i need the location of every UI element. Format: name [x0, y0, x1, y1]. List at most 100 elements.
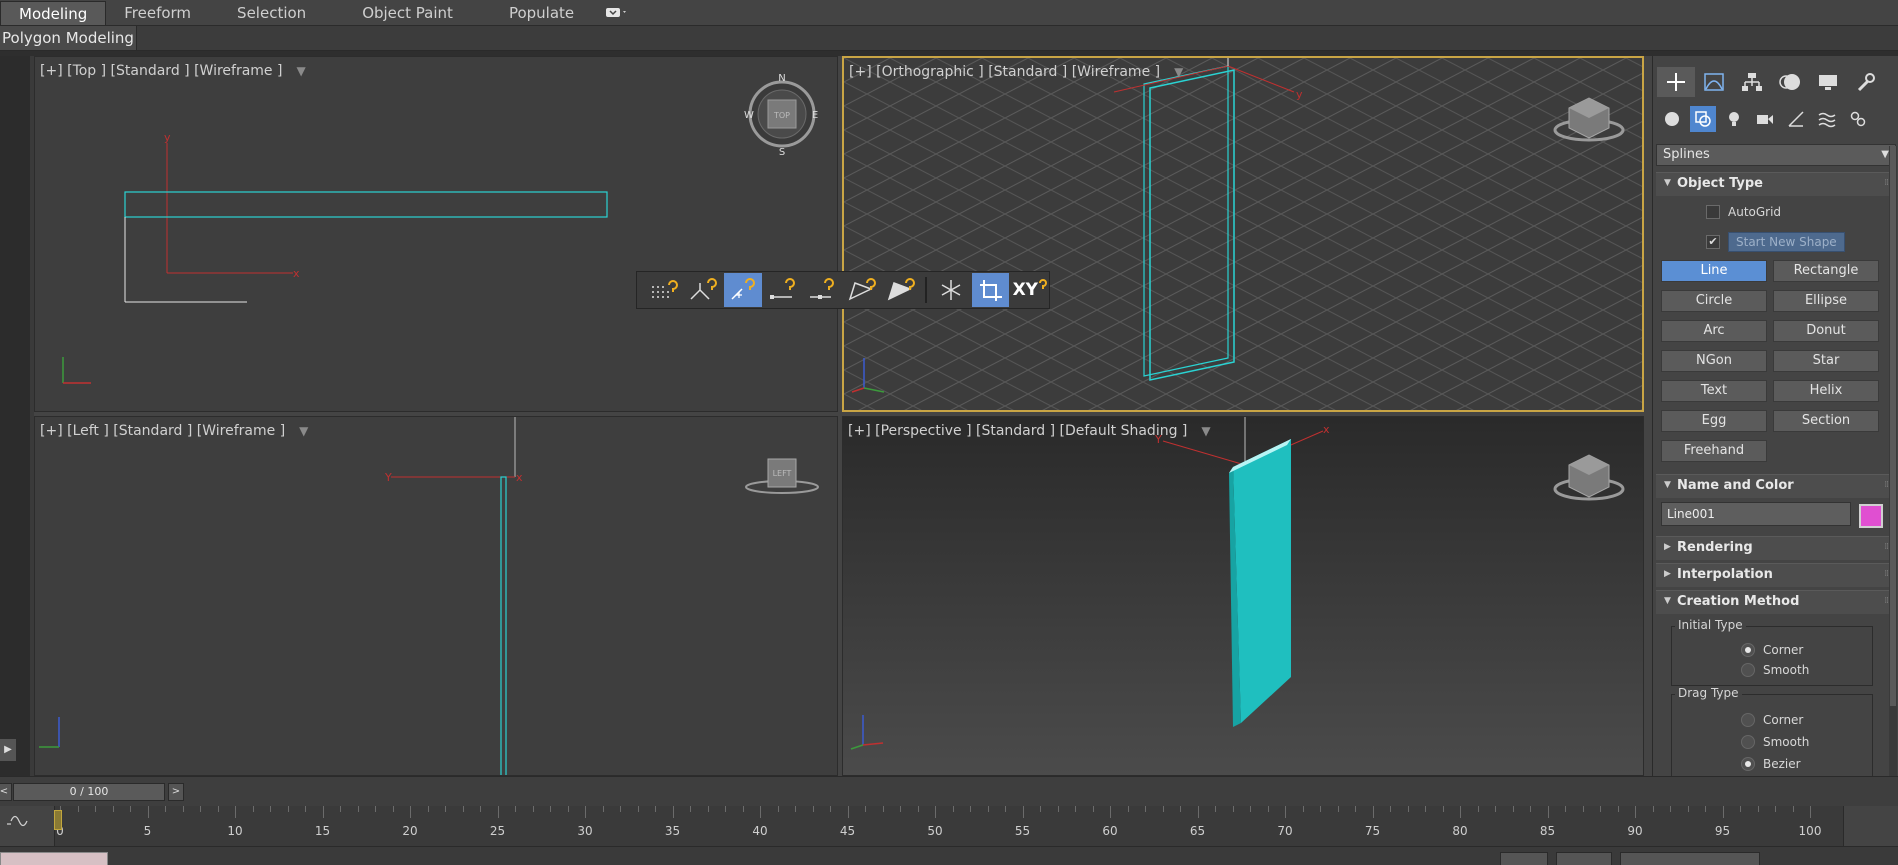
initial-corner-radio[interactable]: [1741, 643, 1755, 657]
vertex-snap-icon[interactable]: [724, 273, 762, 307]
polygon-modeling-label[interactable]: Polygon Modeling: [0, 26, 137, 50]
helpers-category-icon[interactable]: [1783, 106, 1809, 132]
toolbar-separator: [925, 277, 928, 303]
expand-arrow-icon[interactable]: ▶: [0, 739, 16, 761]
timeline-tick-label: 100: [1798, 824, 1822, 838]
shapes-category-icon[interactable]: [1690, 106, 1716, 132]
next-frame-button[interactable]: >: [168, 783, 184, 801]
endpoint-snap-icon[interactable]: [764, 273, 802, 307]
timeline-tick: [1005, 806, 1006, 812]
hierarchy-tab-icon[interactable]: [1733, 67, 1771, 97]
arc-button[interactable]: Arc: [1661, 320, 1767, 342]
start-new-shape-checkbox[interactable]: ✔: [1706, 235, 1720, 249]
status-control[interactable]: [1556, 852, 1612, 865]
status-control[interactable]: [1620, 852, 1760, 865]
drag-bezier-radio[interactable]: [1741, 757, 1755, 771]
timeline-tick: [462, 806, 464, 812]
modify-tab-icon[interactable]: [1695, 67, 1733, 97]
prev-frame-button[interactable]: <: [0, 783, 12, 801]
axis-constraint-snap-icon[interactable]: XY: [1011, 273, 1049, 307]
object-name-input[interactable]: Line001: [1661, 502, 1851, 526]
pivot-snap-icon[interactable]: [685, 273, 723, 307]
tab-selection[interactable]: Selection: [209, 1, 334, 25]
start-new-shape-button[interactable]: Start New Shape: [1728, 232, 1845, 252]
current-frame-marker[interactable]: [54, 810, 62, 830]
egg-button[interactable]: Egg: [1661, 410, 1767, 432]
grip-icon: ⁞⁞: [1884, 569, 1889, 579]
status-control[interactable]: [1500, 852, 1548, 865]
line-button[interactable]: Line: [1661, 260, 1767, 282]
timeline-tick: [707, 806, 709, 812]
viewport-top[interactable]: [+] [Top ] [Standard ] [Wireframe ] ▼ y x…: [34, 56, 838, 412]
constraints-snap-icon[interactable]: [971, 273, 1010, 307]
grid-points-snap-icon[interactable]: [645, 273, 683, 307]
create-category-row: [1653, 106, 1898, 132]
snap-to-frozen-icon[interactable]: [932, 273, 970, 307]
cameras-category-icon[interactable]: [1752, 106, 1778, 132]
time-slider[interactable]: 0 / 100: [13, 783, 165, 801]
command-panel-scrollbar[interactable]: [1889, 146, 1897, 786]
motion-tab-icon[interactable]: [1771, 67, 1809, 97]
initial-smooth-radio[interactable]: [1741, 663, 1755, 677]
timeline-ruler[interactable]: 0 5 10 15 20 25 30 35 40 45 50 55 60 65 70 75 80 85 90 95 10…: [54, 806, 1844, 846]
utilities-tab-icon[interactable]: [1847, 67, 1885, 97]
rendering-rollout[interactable]: ▶ Rendering ⁞⁞: [1656, 536, 1894, 560]
tab-modeling[interactable]: Modeling: [0, 1, 107, 25]
timeline-tick-label: 40: [752, 824, 768, 838]
name-and-color-rollout[interactable]: ▼ Name and Color ⁞⁞: [1656, 474, 1894, 498]
viewport-label[interactable]: [+] [Orthographic ] [Standard ] [Wirefra…: [849, 64, 1183, 80]
autogrid-checkbox[interactable]: [1706, 205, 1720, 219]
timeline-tick: [1687, 806, 1689, 812]
object-color-swatch[interactable]: [1859, 504, 1883, 528]
curve-editor-icon[interactable]: [6, 814, 28, 832]
systems-category-icon[interactable]: [1845, 106, 1871, 132]
viewport-perspective[interactable]: x Y [+] [Perspective ] [Standard ] [Defa…: [842, 416, 1644, 776]
ellipse-button[interactable]: Ellipse: [1773, 290, 1879, 312]
timeline-tick: [1635, 806, 1636, 818]
filter-icon[interactable]: ▼: [1174, 65, 1183, 79]
filter-icon[interactable]: ▼: [1201, 424, 1210, 438]
timeline-tick: [130, 806, 131, 812]
spacewarps-category-icon[interactable]: [1814, 106, 1840, 132]
create-tab-icon[interactable]: [1657, 67, 1695, 97]
text-button[interactable]: Text: [1661, 380, 1767, 402]
lights-category-icon[interactable]: [1721, 106, 1747, 132]
category-dropdown[interactable]: Splines ▼: [1656, 144, 1896, 166]
ribbon-options-icon[interactable]: [602, 1, 632, 25]
timeline-tick: [1162, 806, 1164, 812]
track-bar[interactable]: 0 5 10 15 20 25 30 35 40 45 50 55 60 65 70 75 80 85 90 95 10…: [0, 806, 1898, 846]
tab-object-paint[interactable]: Object Paint: [334, 1, 481, 25]
face-snap-icon[interactable]: [883, 273, 921, 307]
initial-type-smooth-row: Smooth: [1741, 663, 1809, 677]
freehand-button[interactable]: Freehand: [1661, 440, 1767, 462]
helix-button[interactable]: Helix: [1773, 380, 1879, 402]
edge-snap-icon[interactable]: [843, 273, 881, 307]
donut-button[interactable]: Donut: [1773, 320, 1879, 342]
creation-method-rollout[interactable]: ▼ Creation Method ⁞⁞: [1656, 590, 1894, 614]
timeline-tick: [1110, 806, 1111, 818]
timeline-tick: [1460, 806, 1461, 818]
viewport-left[interactable]: [+] [Left ] [Standard ] [Wireframe ] ▼ Y …: [34, 416, 838, 776]
grip-icon: ⁞⁞: [1884, 542, 1889, 552]
circle-button[interactable]: Circle: [1661, 290, 1767, 312]
midpoint-snap-icon[interactable]: [803, 273, 841, 307]
ngon-button[interactable]: NGon: [1661, 350, 1767, 372]
interpolation-rollout[interactable]: ▶ Interpolation ⁞⁞: [1656, 563, 1894, 587]
timeline-tick: [672, 806, 674, 818]
star-button[interactable]: Star: [1773, 350, 1879, 372]
drag-corner-radio[interactable]: [1741, 713, 1755, 727]
maxscript-listener-field[interactable]: [0, 852, 108, 865]
timeline-tick: [1302, 806, 1304, 812]
timeline-tick: [1425, 806, 1426, 812]
timeline-tick: [217, 806, 219, 812]
tab-populate[interactable]: Populate: [481, 1, 602, 25]
viewport-label[interactable]: [+] [Perspective ] [Standard ] [Default …: [848, 423, 1211, 439]
display-tab-icon[interactable]: [1809, 67, 1847, 97]
geometry-category-icon[interactable]: [1659, 106, 1685, 132]
object-type-rollout[interactable]: ▼ Object Type ⁞⁞: [1656, 172, 1894, 196]
rectangle-button[interactable]: Rectangle: [1773, 260, 1879, 282]
viewport-orthographic[interactable]: y [+] [Orthographic ] [Standard ] [Wiref…: [842, 56, 1644, 412]
tab-freeform[interactable]: Freeform: [106, 1, 209, 25]
drag-smooth-radio[interactable]: [1741, 735, 1755, 749]
section-button[interactable]: Section: [1773, 410, 1879, 432]
